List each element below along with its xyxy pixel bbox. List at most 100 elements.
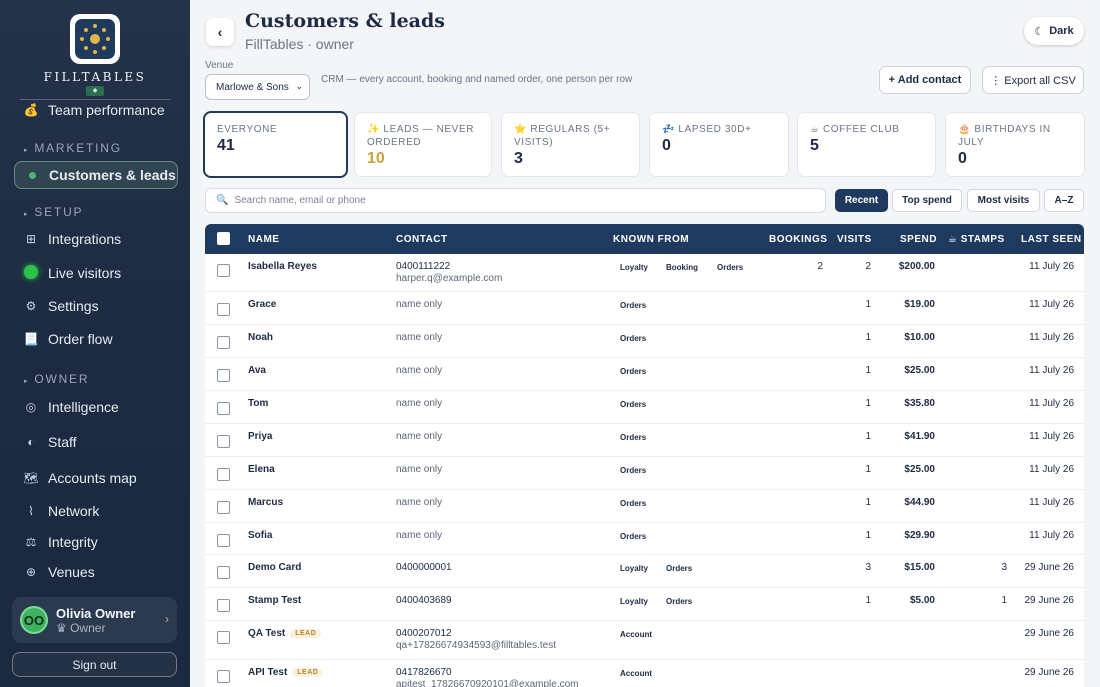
- customer-name[interactable]: API Test LEAD: [248, 667, 324, 678]
- customer-contact: 0400111222 harper.q@example.com: [396, 261, 503, 284]
- sidebar-item-intelligence[interactable]: ◎ Intelligence: [14, 393, 178, 421]
- user-card[interactable]: OO Olivia Owner ♛ Owner ›: [12, 597, 177, 643]
- row-checkbox[interactable]: [217, 264, 230, 277]
- spend-amount: $35.80: [904, 398, 935, 409]
- customer-name[interactable]: Elena: [248, 464, 275, 475]
- filter-recent-button[interactable]: Recent: [835, 189, 888, 212]
- table-row[interactable]: Marcus name only Orders 1 $44.90 11 July 26: [205, 490, 1084, 523]
- row-checkbox[interactable]: [217, 435, 230, 448]
- select-all-checkbox[interactable]: [217, 232, 230, 245]
- sidebar-item-integrity[interactable]: ⚖ Integrity: [14, 528, 178, 556]
- col-spend[interactable]: SPEND: [900, 234, 937, 245]
- dark-mode-toggle[interactable]: ☾ Dark: [1024, 17, 1084, 45]
- spend-amount: $19.00: [904, 299, 935, 310]
- table-row[interactable]: Sofia name only Orders 1 $29.90 11 July 26: [205, 523, 1084, 555]
- table-row[interactable]: Noah name only Orders 1 $10.00 11 July 26: [205, 325, 1084, 358]
- table-row[interactable]: Priya name only Orders 1 $41.90 11 July 26: [205, 424, 1084, 457]
- sidebar-item-staff[interactable]: ◐ Staff: [14, 428, 178, 456]
- customer-name[interactable]: Isabella Reyes: [248, 261, 317, 272]
- search-input[interactable]: [234, 195, 795, 206]
- row-checkbox[interactable]: [217, 369, 230, 382]
- sign-out-button[interactable]: Sign out: [12, 652, 177, 677]
- table-row[interactable]: API Test LEAD 0417826670 apitest_1782667092…: [205, 660, 1084, 687]
- table-row[interactable]: Tom name only Orders 1 $35.80 11 July 26: [205, 391, 1084, 424]
- customer-name[interactable]: Stamp Test: [248, 595, 301, 606]
- filter-az-button[interactable]: A–Z: [1044, 189, 1084, 212]
- stat-card-everyone[interactable]: EVERYONE 41: [205, 113, 346, 176]
- customer-name[interactable]: Ava: [248, 365, 266, 376]
- table-row[interactable]: Elena name only Orders 1 $25.00 11 July 26: [205, 457, 1084, 490]
- target-icon: ◎: [25, 400, 37, 414]
- stat-card-regulars[interactable]: ⭐ REGULARS (5+ VISITS) 3: [502, 113, 639, 176]
- row-checkbox[interactable]: [217, 402, 230, 415]
- customer-name[interactable]: Tom: [248, 398, 268, 409]
- export-csv-button[interactable]: ⋮ Export all CSV: [982, 66, 1084, 94]
- stat-card-birthdays[interactable]: 🎂 BIRTHDAYS IN JULY 0: [946, 113, 1084, 176]
- row-checkbox[interactable]: [217, 501, 230, 514]
- sidebar-item-customers-leads[interactable]: Customers & leads: [14, 161, 178, 189]
- row-checkbox[interactable]: [217, 303, 230, 316]
- col-name[interactable]: NAME: [248, 234, 279, 245]
- customer-name[interactable]: Sofia: [248, 530, 272, 541]
- filter-top-spend-button[interactable]: Top spend: [892, 189, 962, 212]
- sidebar-item-accounts-map[interactable]: 🗺 Accounts map: [14, 464, 178, 492]
- customer-contact: name only: [396, 332, 443, 343]
- last-seen-date: 29 June 26: [1024, 667, 1075, 678]
- customer-name[interactable]: Grace: [248, 299, 276, 310]
- venue-select[interactable]: Marlowe & Sons ⌄: [205, 74, 310, 100]
- search-box[interactable]: 🔍: [205, 188, 826, 213]
- stat-card-leads[interactable]: ✨ LEADS — NEVER ORDERED 10: [355, 113, 491, 176]
- customer-contact: name only: [396, 530, 443, 541]
- sidebar-item-venues[interactable]: ⊕ Venues: [14, 558, 178, 586]
- row-checkbox[interactable]: [217, 631, 230, 644]
- sidebar-item-team-performance[interactable]: 💰 Team performance: [14, 96, 178, 124]
- back-button[interactable]: ‹: [206, 18, 234, 46]
- table-row[interactable]: Ava name only Orders 1 $25.00 11 July 26: [205, 358, 1084, 391]
- brand-logo[interactable]: FILLTABLES ◆: [0, 14, 190, 100]
- known-from-tag: Account: [620, 630, 652, 639]
- known-from-tag: Orders: [620, 301, 647, 310]
- visits-count: 1: [865, 497, 871, 508]
- customer-name[interactable]: Marcus: [248, 497, 283, 508]
- spend-amount: $10.00: [904, 332, 935, 343]
- col-last-seen[interactable]: LAST SEEN: [1021, 234, 1082, 245]
- row-checkbox[interactable]: [217, 534, 230, 547]
- sidebar-item-network[interactable]: ⌇ Network: [14, 497, 178, 525]
- visits-count: 2: [865, 261, 871, 272]
- known-from-tag: Account: [620, 669, 652, 678]
- row-checkbox[interactable]: [217, 599, 230, 612]
- stat-card-lapsed[interactable]: 💤 LAPSED 30D+ 0: [650, 113, 788, 176]
- section-marketing: ▸ MARKETING: [24, 141, 122, 155]
- table-row[interactable]: QA Test LEAD 0400207012 qa+17826674934593@f…: [205, 621, 1084, 660]
- sidebar-item-label: Venues: [48, 564, 95, 580]
- customer-contact: 0400403689: [396, 595, 452, 606]
- row-checkbox[interactable]: [217, 670, 230, 683]
- sidebar-item-settings[interactable]: ⚙ Settings: [14, 292, 178, 320]
- customer-name[interactable]: Priya: [248, 431, 272, 442]
- add-contact-button[interactable]: + Add contact: [879, 66, 971, 94]
- sidebar-item-live-visitors[interactable]: Live visitors: [14, 259, 178, 287]
- filter-most-visits-button[interactable]: Most visits: [967, 189, 1040, 212]
- lead-badge: LEAD: [290, 629, 322, 638]
- sidebar-item-integrations[interactable]: ⊞ Integrations: [14, 225, 178, 253]
- stat-card-coffee-club[interactable]: ☕ COFFEE CLUB 5: [798, 113, 935, 176]
- row-checkbox[interactable]: [217, 336, 230, 349]
- col-contact[interactable]: CONTACT: [396, 234, 448, 245]
- col-visits[interactable]: VISITS: [837, 234, 872, 245]
- table-row[interactable]: Stamp Test 0400403689 Loyalty Orders 1 $5.00 1…: [205, 588, 1084, 621]
- row-checkbox[interactable]: [217, 468, 230, 481]
- customer-name[interactable]: Demo Card: [248, 562, 301, 573]
- sidebar-item-order-flow[interactable]: 📃 Order flow: [14, 325, 178, 353]
- page-title: Customers & leads: [245, 10, 445, 32]
- table-row[interactable]: Demo Card 0400000001 Loyalty Orders 3 $15.00 3…: [205, 555, 1084, 588]
- col-bookings[interactable]: BOOKINGS: [769, 234, 827, 245]
- customer-name[interactable]: Noah: [248, 332, 273, 343]
- table-row[interactable]: Isabella Reyes 0400111222 harper.q@example…: [205, 254, 1084, 292]
- visits-count: 1: [865, 398, 871, 409]
- col-stamps[interactable]: ☕ STAMPS: [948, 234, 1005, 245]
- customer-name[interactable]: QA Test LEAD: [248, 628, 322, 639]
- table-row[interactable]: Grace name only Orders 1 $19.00 11 July 26: [205, 292, 1084, 325]
- stamps-count: 1: [1001, 595, 1007, 606]
- row-checkbox[interactable]: [217, 566, 230, 579]
- col-known-from[interactable]: KNOWN FROM: [613, 234, 689, 245]
